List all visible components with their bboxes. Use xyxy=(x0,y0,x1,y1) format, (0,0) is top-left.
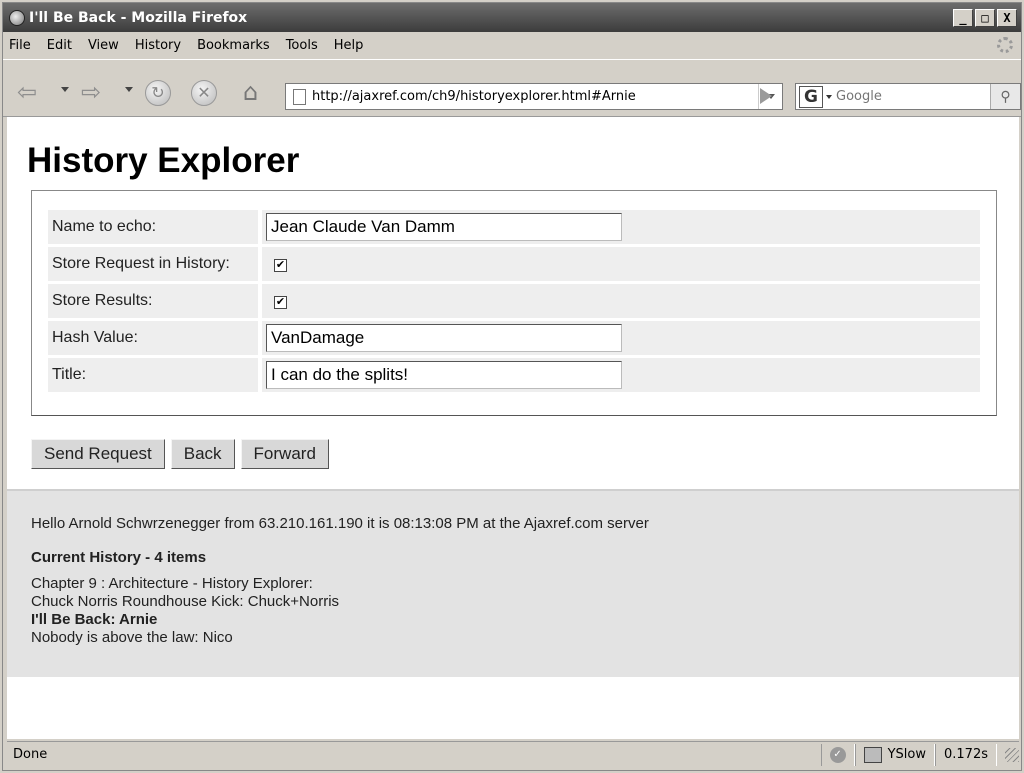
search-input[interactable] xyxy=(836,89,990,104)
throbber-icon xyxy=(997,37,1013,53)
search-icon[interactable]: ⚲ xyxy=(990,84,1020,109)
maximize-button[interactable]: □ xyxy=(975,8,995,27)
menu-bar: File Edit View History Bookmarks Tools H… xyxy=(3,33,1021,57)
navigation-toolbar: ⇦ ⇨ ↻ ✕ ⌂ http://ajaxref.com/ch9/history… xyxy=(3,59,1021,117)
status-text: Done xyxy=(13,747,48,762)
forward-button[interactable]: Forward xyxy=(240,439,329,469)
form-row-title: Title: xyxy=(48,358,980,392)
page-title: History Explorer xyxy=(27,141,300,180)
form-row-name: Name to echo: xyxy=(48,210,980,244)
stop-icon[interactable]: ✕ xyxy=(191,80,217,106)
menu-bookmarks[interactable]: Bookmarks xyxy=(189,38,278,53)
history-heading: Current History - 4 items xyxy=(31,549,207,566)
security-cell: ✓ xyxy=(820,743,855,766)
button-row: Send Request Back Forward xyxy=(31,439,329,469)
engine-dropdown-icon[interactable] xyxy=(826,94,832,99)
forward-dropdown-icon[interactable] xyxy=(125,87,133,92)
form-row-store-request: Store Request in History: ✔ xyxy=(48,247,980,281)
send-request-button[interactable]: Send Request xyxy=(31,439,165,469)
history-item: Nobody is above the law: Nico xyxy=(31,629,233,646)
name-input[interactable] xyxy=(266,213,622,241)
address-bar[interactable]: http://ajaxref.com/ch9/historyexplorer.h… xyxy=(285,83,783,110)
firefox-icon xyxy=(9,9,25,26)
form-row-store-results: Store Results: ✔ xyxy=(48,284,980,318)
status-bar: Done ✓ YSlow 0.172s xyxy=(7,741,1019,767)
shield-icon[interactable]: ✓ xyxy=(829,746,846,763)
response-panel: Hello Arnold Schwrzenegger from 63.210.1… xyxy=(7,489,1019,677)
menu-view[interactable]: View xyxy=(80,38,127,53)
load-time-cell: 0.172s xyxy=(935,743,997,766)
menu-tools[interactable]: Tools xyxy=(278,38,326,53)
menu-file[interactable]: File xyxy=(3,38,39,53)
yslow-label: YSlow xyxy=(887,747,926,762)
close-button[interactable]: X xyxy=(997,8,1017,27)
yslow-icon xyxy=(863,746,882,763)
menu-edit[interactable]: Edit xyxy=(39,38,80,53)
page-content: History Explorer Name to echo: Store Req… xyxy=(7,117,1019,739)
resize-grip-icon[interactable] xyxy=(1005,747,1019,762)
hash-label: Hash Value: xyxy=(48,321,258,355)
hash-input[interactable] xyxy=(266,324,622,352)
back-dropdown-icon[interactable] xyxy=(61,87,69,92)
reload-icon[interactable]: ↻ xyxy=(145,80,171,106)
form-table: Name to echo: Store Request in History: … xyxy=(48,207,980,395)
store-request-label: Store Request in History: xyxy=(48,247,258,281)
title-label: Title: xyxy=(48,358,258,392)
title-input[interactable] xyxy=(266,361,622,389)
yslow-cell[interactable]: YSlow xyxy=(854,743,935,766)
back-button[interactable]: Back xyxy=(170,439,235,469)
window-title: I'll Be Back - Mozilla Firefox xyxy=(29,9,248,26)
history-item-current: I'll Be Back: Arnie xyxy=(31,611,158,628)
google-engine-icon[interactable]: G xyxy=(799,85,823,108)
title-bar: I'll Be Back - Mozilla Firefox _ □ X xyxy=(3,3,1021,32)
window-controls: _ □ X xyxy=(953,8,1017,27)
page-icon xyxy=(293,88,306,105)
store-results-checkbox[interactable]: ✔ xyxy=(274,296,287,309)
home-icon[interactable]: ⌂ xyxy=(243,80,258,104)
response-message: Hello Arnold Schwrzenegger from 63.210.1… xyxy=(31,515,649,532)
browser-window: I'll Be Back - Mozilla Firefox _ □ X Fil… xyxy=(2,2,1022,771)
history-item: Chuck Norris Roundhouse Kick: Chuck+Norr… xyxy=(31,593,340,610)
url-text[interactable]: http://ajaxref.com/ch9/historyexplorer.h… xyxy=(312,89,758,104)
forward-icon[interactable]: ⇨ xyxy=(81,80,101,104)
minimize-button[interactable]: _ xyxy=(953,8,973,27)
menu-history[interactable]: History xyxy=(127,38,189,53)
menu-help[interactable]: Help xyxy=(326,38,372,53)
search-bar[interactable]: G ⚲ xyxy=(795,83,1021,110)
form-row-hash: Hash Value: xyxy=(48,321,980,355)
history-item: Chapter 9 : Architecture - History Explo… xyxy=(31,575,313,592)
form-fieldset: Name to echo: Store Request in History: … xyxy=(31,190,997,416)
go-icon[interactable] xyxy=(760,88,772,104)
history-list: Chapter 9 : Architecture - History Explo… xyxy=(31,575,339,647)
store-results-label: Store Results: xyxy=(48,284,258,318)
store-request-checkbox[interactable]: ✔ xyxy=(274,259,287,272)
load-time: 0.172s xyxy=(944,747,988,762)
back-icon[interactable]: ⇦ xyxy=(17,80,37,104)
name-label: Name to echo: xyxy=(48,210,258,244)
